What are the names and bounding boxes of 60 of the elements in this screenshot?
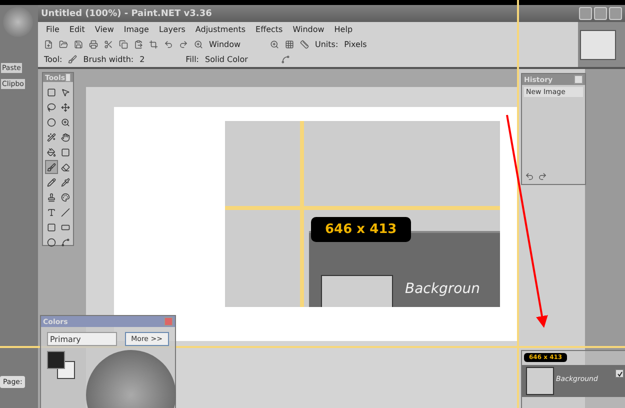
ellipse-select-icon [47, 118, 56, 126]
curve-icon[interactable] [281, 55, 290, 64]
layer-thumbnail [526, 367, 554, 395]
menu-item[interactable]: Layers [156, 25, 188, 34]
undo-icon[interactable] [525, 172, 534, 181]
redo-icon[interactable] [179, 40, 188, 49]
copy-icon[interactable] [119, 40, 128, 49]
fill-label: Fill: [186, 55, 199, 64]
units-label: Units: [315, 40, 338, 49]
brush-icon [47, 162, 56, 172]
menu-item[interactable]: View [92, 25, 116, 34]
line-icon [61, 208, 70, 216]
select-icon [47, 88, 56, 96]
save-icon[interactable] [74, 40, 83, 49]
pencil-icon [47, 178, 56, 186]
eraser-icon [61, 162, 70, 172]
bucket-icon [47, 148, 56, 156]
text-icon [47, 208, 56, 216]
menu-item[interactable]: Edit [67, 25, 87, 34]
menu-item[interactable]: Image [122, 25, 151, 34]
window-title: Untitled (100%) - Paint.NET v3.36 [41, 8, 212, 18]
size-badge: 646 x 413 [311, 217, 411, 242]
freeform-icon [61, 238, 70, 246]
move-selection-icon [61, 102, 70, 112]
redo-icon[interactable] [538, 172, 547, 181]
printer-icon[interactable] [89, 40, 98, 49]
zoom-icon[interactable] [194, 40, 203, 49]
grid-icon[interactable] [285, 40, 294, 49]
menu-item[interactable]: Effects [254, 25, 285, 34]
move-icon [61, 88, 70, 96]
recolor-icon [61, 192, 70, 202]
scissors-icon[interactable] [104, 40, 113, 49]
wand-icon [47, 132, 56, 142]
ruler-icon[interactable] [300, 40, 309, 49]
lasso-icon [47, 102, 56, 112]
menu-item[interactable]: File [44, 25, 62, 34]
stamp-icon [47, 192, 56, 202]
brush-icon[interactable] [68, 55, 78, 64]
menu-item[interactable]: Help [332, 25, 355, 34]
rect-icon [47, 222, 56, 232]
color-mode-dropdown[interactable]: Primary [47, 332, 117, 346]
layer-name: Backgroun [405, 281, 480, 297]
zoom-icon [61, 118, 70, 126]
zoom-in-icon[interactable] [270, 40, 279, 49]
new-file-icon[interactable] [44, 40, 53, 49]
tool-label: Tool: [44, 55, 62, 64]
preview-box [580, 30, 616, 60]
ellipse-icon [47, 238, 56, 246]
undo-icon[interactable] [164, 40, 173, 49]
folder-icon[interactable] [59, 40, 68, 49]
pan-icon [61, 132, 70, 142]
tool-button[interactable] [45, 160, 58, 174]
rounded-rect-icon [61, 222, 70, 232]
picker-icon [61, 178, 70, 186]
paste-icon[interactable] [134, 40, 143, 49]
visibility-checkbox[interactable] [615, 369, 624, 378]
menu-item[interactable]: Window [290, 25, 326, 34]
crop-icon[interactable] [149, 40, 158, 49]
menu-item[interactable]: Adjustments [193, 25, 248, 34]
brush-width-label: Brush width: [83, 55, 134, 64]
